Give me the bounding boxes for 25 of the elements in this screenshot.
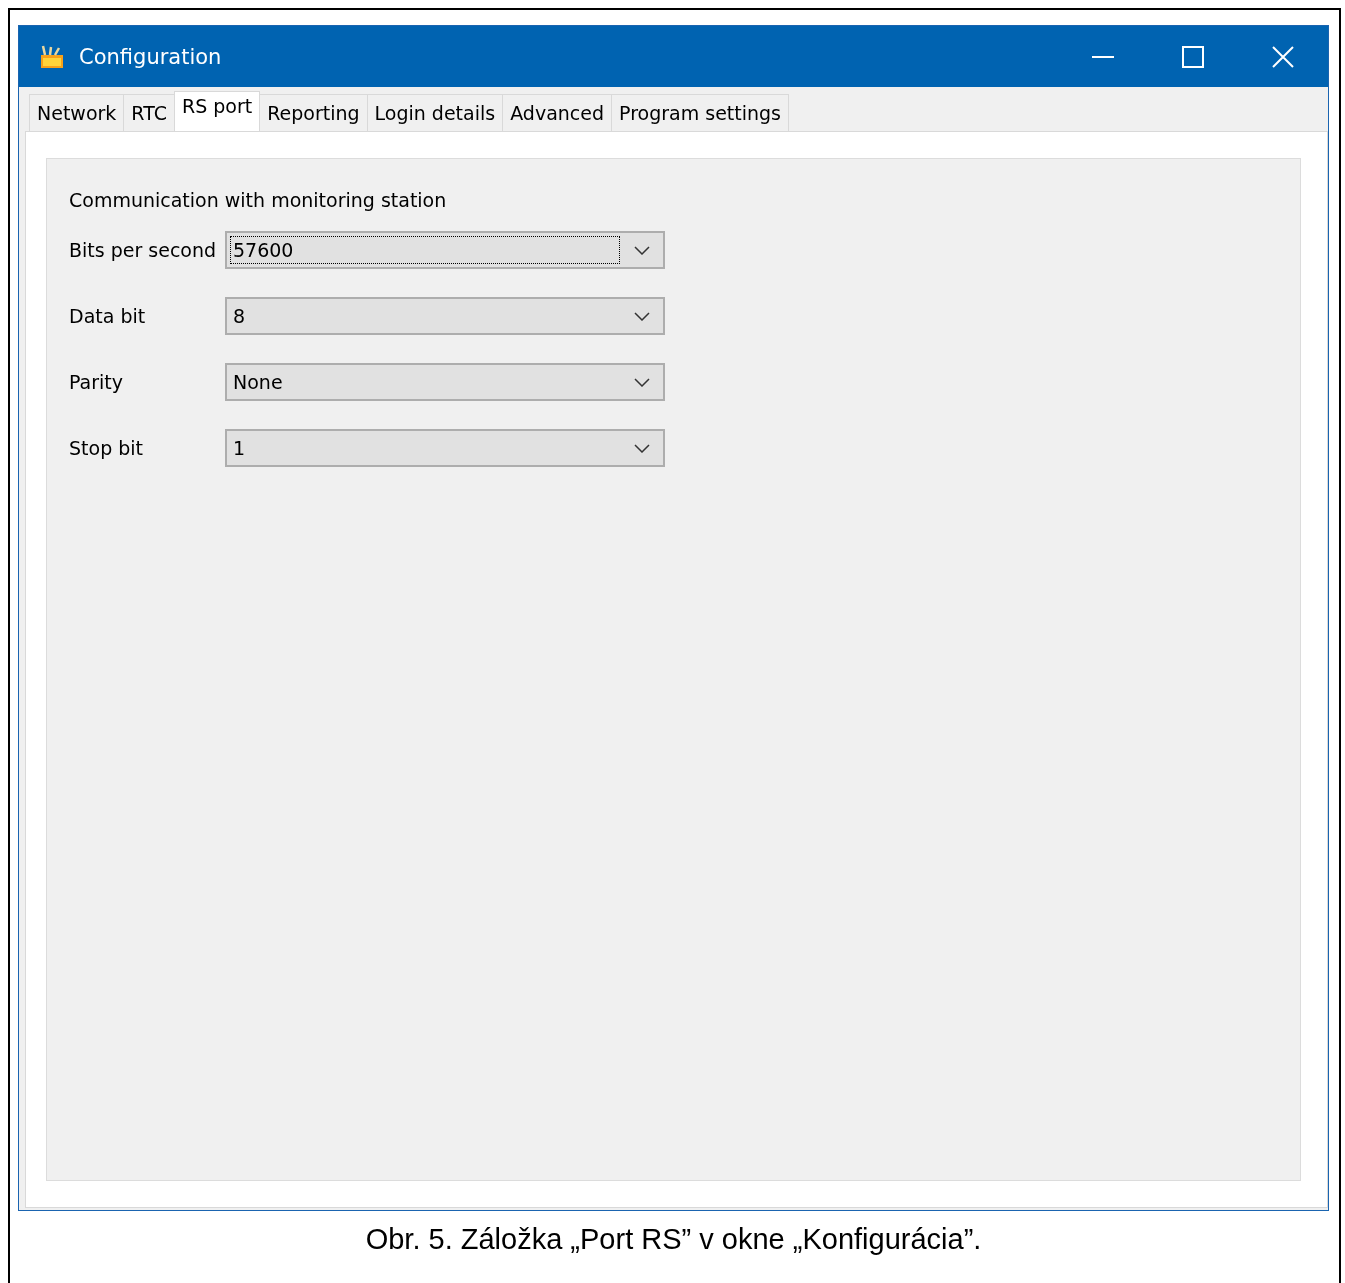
dropdown[interactable]: 1 — [225, 429, 665, 467]
tab[interactable]: Program settings — [611, 94, 789, 131]
field-label: Bits per second — [69, 239, 218, 261]
dropdown[interactable]: 57600 — [225, 231, 665, 269]
tab[interactable]: Network — [29, 94, 125, 131]
dropdown[interactable]: None — [225, 363, 665, 401]
group-title: Communication with monitoring station — [69, 189, 448, 211]
tab[interactable]: RS port — [173, 91, 261, 131]
close-icon — [1272, 45, 1294, 68]
dropdown-value: 1 — [232, 436, 247, 461]
chevron-down-icon — [634, 377, 650, 387]
chevron-down-icon — [634, 245, 650, 255]
dropdown-value: 57600 — [230, 236, 620, 264]
field-label: Parity — [69, 371, 125, 393]
chevron-down-icon — [634, 443, 650, 453]
app-icon — [39, 44, 65, 69]
window-title: Configuration — [79, 44, 223, 69]
figure-caption: Obr. 5. Záložka „Port RS” v okne „Konfigurácia”. — [364, 1223, 983, 1256]
field-label: Stop bit — [69, 437, 145, 459]
maximize-icon — [1182, 45, 1204, 68]
dropdown-value: 8 — [232, 304, 247, 329]
field-label: Data bit — [69, 305, 147, 327]
chevron-down-icon — [634, 311, 650, 321]
dropdown[interactable]: 8 — [225, 297, 665, 335]
dropdown-value: None — [232, 370, 284, 395]
